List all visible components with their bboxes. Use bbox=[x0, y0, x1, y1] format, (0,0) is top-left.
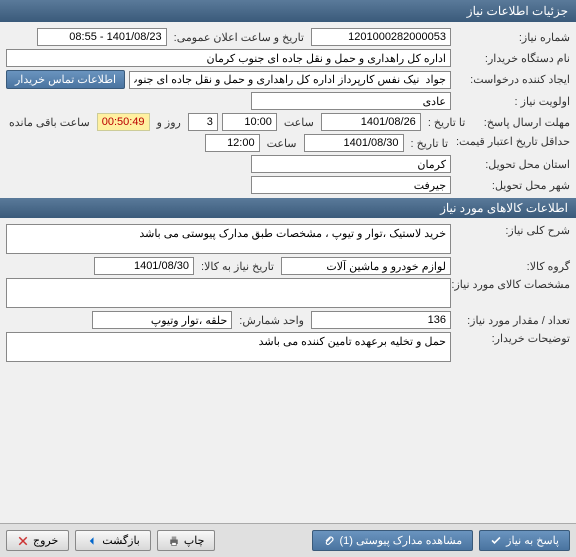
goods-section-header: اطلاعات کالاهای مورد نیاز bbox=[0, 198, 576, 218]
deadline-time-field[interactable] bbox=[222, 113, 277, 131]
province-label: استان محل تحویل: bbox=[455, 158, 570, 171]
province-field[interactable] bbox=[251, 155, 451, 173]
buyer-org-label: نام دستگاه خریدار: bbox=[455, 52, 570, 65]
validity-date-field[interactable] bbox=[304, 134, 404, 152]
print-label: چاپ bbox=[184, 534, 205, 547]
footer-toolbar: خروج بازگشت چاپ پاسخ به نیاز مشاهده مدار… bbox=[0, 523, 576, 557]
print-button[interactable]: چاپ bbox=[157, 530, 216, 551]
deadline-date-field[interactable] bbox=[321, 113, 421, 131]
announce-label: تاریخ و ساعت اعلان عمومی: bbox=[171, 31, 307, 44]
back-button[interactable]: بازگشت bbox=[75, 530, 151, 551]
window-title: جزئیات اطلاعات نیاز bbox=[467, 4, 568, 18]
buyer-org-field[interactable] bbox=[6, 49, 451, 67]
time-label-2: ساعت bbox=[264, 137, 300, 150]
buyer-notes-field[interactable] bbox=[6, 332, 451, 362]
deadline-to-label: تا تاریخ : bbox=[425, 116, 468, 129]
reply-button[interactable]: پاسخ به نیاز bbox=[479, 530, 570, 551]
days-and-label: روز و bbox=[154, 116, 184, 129]
countdown-timer: 00:50:49 bbox=[97, 113, 150, 131]
time-label-1: ساعت bbox=[281, 116, 317, 129]
priority-label: اولویت نیاز : bbox=[455, 95, 570, 108]
reply-label: پاسخ به نیاز bbox=[506, 534, 559, 547]
arrow-back-icon bbox=[86, 535, 98, 547]
need-by-label: تاریخ نیاز به کالا: bbox=[198, 260, 277, 273]
remaining-label: ساعت باقی مانده bbox=[6, 116, 93, 129]
group-label: گروه کالا: bbox=[455, 260, 570, 273]
announce-field[interactable] bbox=[37, 28, 167, 46]
validity-label: حداقل تاریخ اعتبار قیمت: bbox=[455, 136, 570, 149]
city-label: شهر محل تحویل: bbox=[455, 179, 570, 192]
need-by-field[interactable] bbox=[94, 257, 194, 275]
qty-label: تعداد / مقدار مورد نیاز: bbox=[455, 314, 570, 327]
buyer-notes-label: توضیحات خریدار: bbox=[455, 332, 570, 345]
priority-field[interactable] bbox=[251, 92, 451, 110]
deadline-send-label: مهلت ارسال پاسخ: bbox=[472, 116, 570, 129]
back-label: بازگشت bbox=[102, 534, 140, 547]
validity-to-label: تا تاریخ : bbox=[408, 137, 451, 150]
spec-label: مشخصات کالای مورد نیاز: bbox=[455, 278, 570, 291]
city-field[interactable] bbox=[251, 176, 451, 194]
unit-label: واحد شمارش: bbox=[236, 314, 307, 327]
spec-field[interactable] bbox=[6, 278, 451, 308]
need-number-field[interactable] bbox=[311, 28, 451, 46]
desc-field[interactable] bbox=[6, 224, 451, 254]
requester-field[interactable] bbox=[129, 71, 451, 89]
validity-time-field[interactable] bbox=[205, 134, 260, 152]
attachments-label: مشاهده مدارک پیوستی (1) bbox=[339, 534, 462, 547]
requester-label: ایجاد کننده درخواست: bbox=[455, 73, 570, 86]
check-icon bbox=[490, 535, 502, 547]
attachments-button[interactable]: مشاهده مدارک پیوستی (1) bbox=[312, 530, 473, 551]
attachment-icon bbox=[323, 535, 335, 547]
group-field[interactable] bbox=[281, 257, 451, 275]
printer-icon bbox=[168, 535, 180, 547]
exit-label: خروج bbox=[33, 534, 58, 547]
days-remaining-field[interactable] bbox=[188, 113, 218, 131]
unit-field[interactable] bbox=[92, 311, 232, 329]
contact-buyer-button[interactable]: اطلاعات تماس خریدار bbox=[6, 70, 125, 89]
window-titlebar: جزئیات اطلاعات نیاز bbox=[0, 0, 576, 22]
main-content: شماره نیاز: تاریخ و ساعت اعلان عمومی: نا… bbox=[0, 22, 576, 371]
exit-icon bbox=[17, 535, 29, 547]
desc-label: شرح کلی نیاز: bbox=[455, 224, 570, 237]
qty-field[interactable] bbox=[311, 311, 451, 329]
exit-button[interactable]: خروج bbox=[6, 530, 69, 551]
need-number-label: شماره نیاز: bbox=[455, 31, 570, 44]
